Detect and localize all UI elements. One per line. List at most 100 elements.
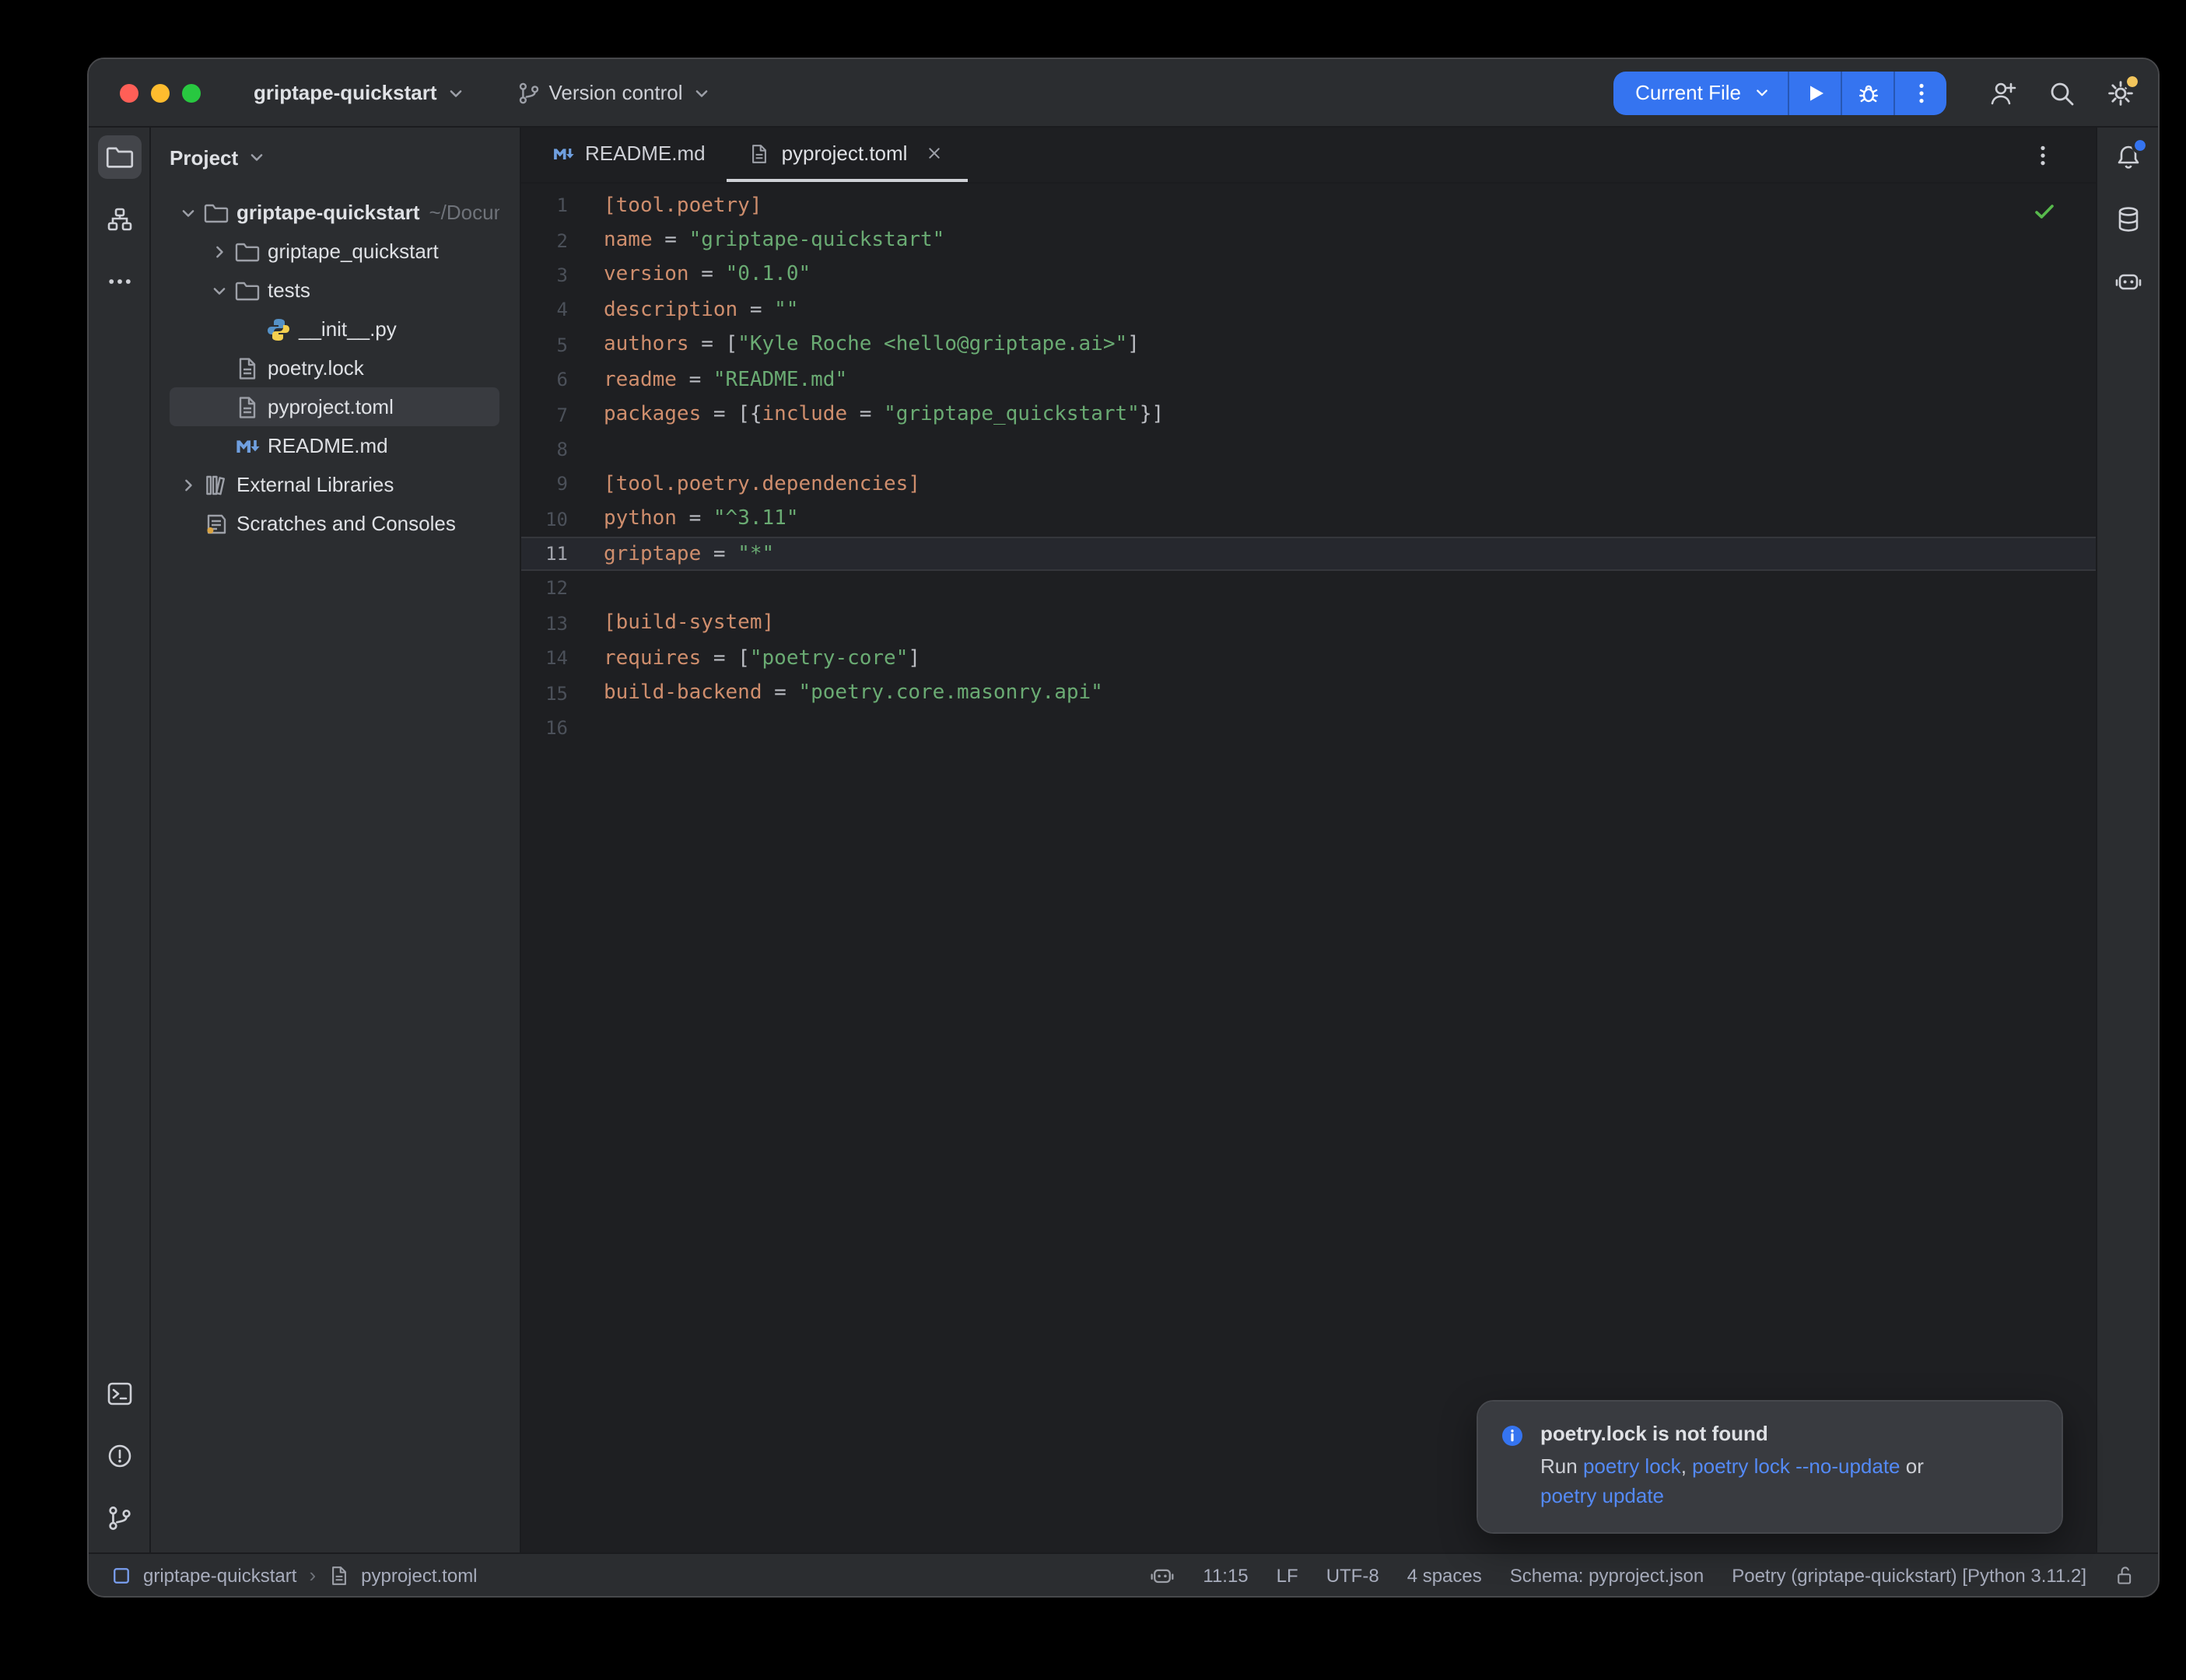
code-line-5[interactable]: 5authors = ["Kyle Roche <hello@griptape.… — [521, 327, 2096, 362]
notification-link[interactable]: poetry lock — [1583, 1454, 1681, 1478]
tree-item-label: tests — [268, 278, 310, 302]
tree-item-poetry.lock[interactable]: poetry.lock — [170, 348, 499, 387]
inspection-ok-icon[interactable] — [2032, 199, 2055, 222]
project-name: griptape-quickstart — [254, 81, 437, 104]
terminal-button[interactable] — [97, 1372, 141, 1416]
desktop: griptape-quickstart Version control Curr… — [0, 0, 2186, 1680]
notifications-badge — [2134, 140, 2145, 151]
code-line-12[interactable]: 12 — [521, 572, 2096, 607]
breadcrumb-project[interactable]: griptape-quickstart — [143, 1564, 296, 1586]
tree-item-label: poetry.lock — [268, 356, 364, 380]
debug-button[interactable] — [1841, 71, 1893, 114]
tab-options-button[interactable] — [2024, 136, 2062, 173]
bug-icon — [1855, 80, 1880, 105]
close-window-button[interactable] — [120, 83, 138, 102]
tab-label: README.md — [585, 142, 706, 165]
line-number: 3 — [521, 264, 590, 286]
project-panel: Project griptape-quickstart~/Documegript… — [151, 128, 521, 1552]
run-button[interactable] — [1788, 71, 1841, 114]
more-vertical-icon — [2030, 142, 2055, 167]
problems-button[interactable] — [97, 1434, 141, 1478]
line-number: 6 — [521, 369, 590, 390]
chevron-right-icon[interactable] — [176, 474, 201, 495]
tree-item-griptape_quickstart[interactable]: griptape_quickstart — [170, 232, 499, 271]
code-line-3[interactable]: 3version = "0.1.0" — [521, 258, 2096, 293]
status-item[interactable]: 4 spaces — [1407, 1564, 1482, 1586]
status-item[interactable]: Schema: pyproject.json — [1510, 1564, 1704, 1586]
ai-assistant-button[interactable] — [2106, 260, 2149, 303]
code-line-1[interactable]: 1[tool.poetry] — [521, 188, 2096, 223]
vcs-widget[interactable]: Version control — [504, 74, 725, 111]
search-everywhere-button[interactable] — [2040, 71, 2083, 114]
version-control-button[interactable] — [97, 1496, 141, 1540]
code-line-4[interactable]: 4description = "" — [521, 292, 2096, 327]
project-panel-header[interactable]: Project — [151, 128, 520, 187]
notifications-button[interactable] — [2106, 135, 2149, 179]
code-text: [tool.poetry.dependencies] — [590, 473, 920, 496]
notification-link[interactable]: poetry update — [1540, 1484, 1664, 1507]
code-line-6[interactable]: 6readme = "README.md" — [521, 362, 2096, 397]
structure-button[interactable] — [97, 198, 141, 241]
add-user-button[interactable] — [1981, 71, 2024, 114]
status-item[interactable]: UTF-8 — [1326, 1564, 1379, 1586]
tree-item-tests[interactable]: tests — [170, 271, 499, 310]
notification-link[interactable]: poetry lock --no-update — [1692, 1454, 1900, 1478]
project-button[interactable] — [97, 135, 141, 179]
more-tool-windows-button[interactable] — [97, 260, 141, 303]
run-config-label: Current File — [1635, 81, 1741, 104]
lock-open-icon[interactable] — [2114, 1564, 2136, 1586]
breadcrumb-file[interactable]: pyproject.toml — [361, 1564, 477, 1586]
run-more-button[interactable] — [1893, 71, 1946, 114]
tree-item-External Libraries[interactable]: External Libraries — [170, 465, 499, 504]
terminal-icon — [105, 1380, 133, 1408]
project-tree: griptape-quickstart~/Docume griptape_quic… — [151, 187, 520, 1552]
code-line-13[interactable]: 13[build-system] — [521, 606, 2096, 641]
database-button[interactable] — [2106, 198, 2149, 241]
code-line-11[interactable]: 11griptape = "*" — [521, 537, 2096, 572]
tree-item-README.md[interactable]: README.md — [170, 426, 499, 465]
search-icon — [2048, 79, 2076, 107]
tree-item-griptape-quickstart[interactable]: griptape-quickstart~/Docume — [170, 193, 499, 232]
project-selector[interactable]: griptape-quickstart — [241, 75, 479, 110]
tree-item-label: griptape-quickstart — [236, 201, 420, 224]
chevron-down-icon[interactable] — [207, 279, 232, 301]
tree-item-label: __init__.py — [299, 317, 397, 341]
tree-item-pyproject.toml[interactable]: pyproject.toml — [170, 387, 499, 426]
tab-README.md[interactable]: README.md — [531, 128, 727, 182]
scratch-icon — [204, 511, 229, 536]
ai-assistant-icon[interactable] — [1150, 1563, 1175, 1587]
status-item[interactable]: LF — [1277, 1564, 1298, 1586]
tree-item-__init__.py[interactable]: __init__.py — [170, 310, 499, 348]
kebab-icon — [1908, 80, 1933, 105]
close-tab-button[interactable] — [921, 141, 946, 166]
zoom-window-button[interactable] — [182, 83, 201, 102]
code-line-9[interactable]: 9[tool.poetry.dependencies] — [521, 467, 2096, 502]
chevron-right-icon — [177, 474, 199, 495]
folder-icon — [235, 278, 260, 303]
minimize-window-button[interactable] — [151, 83, 170, 102]
code-line-2[interactable]: 2name = "griptape-quickstart" — [521, 223, 2096, 258]
module-icon — [110, 1564, 132, 1586]
run-config-selector[interactable]: Current File — [1613, 71, 1788, 114]
chevron-down-icon[interactable] — [176, 201, 201, 223]
tab-pyproject.toml[interactable]: pyproject.toml — [727, 128, 969, 182]
settings-button[interactable] — [2099, 71, 2142, 114]
code-text: authors = ["Kyle Roche <hello@griptape.a… — [590, 334, 1140, 357]
tree-item-label: griptape_quickstart — [268, 240, 439, 263]
breadcrumb-chevron-icon: › — [309, 1563, 316, 1587]
code-line-10[interactable]: 10python = "^3.11" — [521, 502, 2096, 537]
tree-item-Scratches and Consoles[interactable]: Scratches and Consoles — [170, 504, 499, 543]
status-item[interactable]: 11:15 — [1203, 1564, 1248, 1586]
check-icon — [2032, 199, 2057, 224]
code-line-15[interactable]: 15build-backend = "poetry.core.masonry.a… — [521, 676, 2096, 711]
code-line-14[interactable]: 14requires = ["poetry-core"] — [521, 641, 2096, 676]
code-line-16[interactable]: 16 — [521, 711, 2096, 746]
chevron-right-icon[interactable] — [207, 240, 232, 262]
line-number: 12 — [521, 578, 590, 600]
code-editor[interactable]: 1[tool.poetry]2name = "griptape-quicksta… — [521, 184, 2096, 1552]
code-line-7[interactable]: 7packages = [{include = "griptape_quicks… — [521, 397, 2096, 432]
code-line-8[interactable]: 8 — [521, 432, 2096, 467]
close-icon — [923, 143, 944, 163]
status-item[interactable]: Poetry (griptape-quickstart) [Python 3.1… — [1732, 1564, 2086, 1586]
line-number: 5 — [521, 334, 590, 356]
